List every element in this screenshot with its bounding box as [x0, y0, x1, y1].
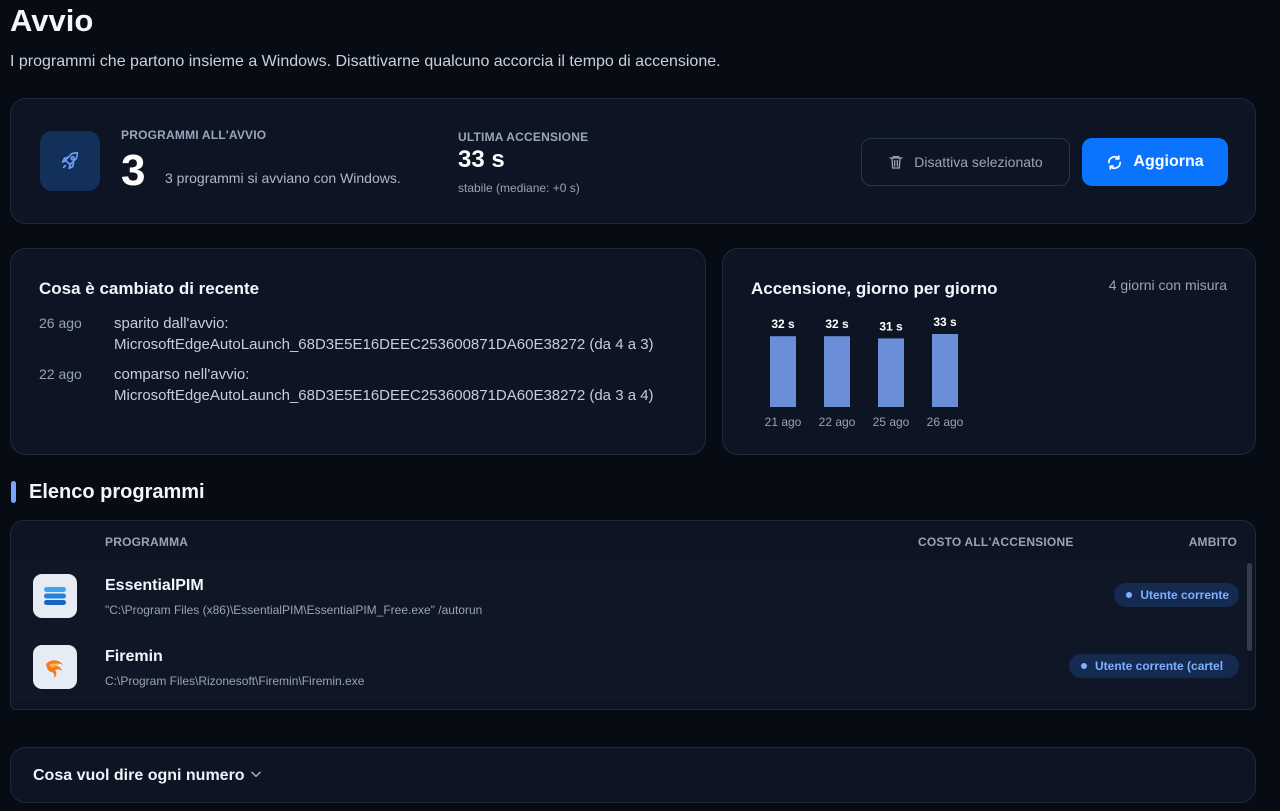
program-path: "C:\Program Files (x86)\EssentialPIM\Ess… — [105, 603, 483, 617]
chevron-down-icon — [251, 771, 261, 778]
column-header-scope[interactable]: AMBITO — [1189, 535, 1237, 549]
number-explanation-accordion[interactable]: Cosa vuol dire ogni numero — [10, 747, 1256, 803]
scope-dot — [1126, 592, 1133, 598]
disable-selected-button[interactable]: Disattiva selezionato — [861, 138, 1070, 186]
recent-changes-title: Cosa è cambiato di recente — [39, 279, 260, 298]
table-row[interactable]: EssentialPIM "C:\Program Files (x86)\Ess… — [11, 561, 1247, 630]
change-line: comparso nell'avvio: — [114, 366, 250, 383]
change-description: comparso nell'avvio: MicrosoftEdgeAutoLa… — [114, 364, 654, 406]
page-title: Avvio — [10, 3, 94, 38]
startup-count-label: PROGRAMMI ALL'AVVIO — [121, 128, 267, 142]
chart-x-tick-label: 22 ago — [819, 415, 856, 429]
scope-badge: Utente corrente (cartel — [1069, 654, 1239, 678]
table-scrollbar[interactable] — [1247, 563, 1252, 651]
chart-data-label: 32 s — [771, 317, 795, 331]
change-line: MicrosoftEdgeAutoLaunch_68D3E5E16DEEC253… — [114, 336, 654, 353]
chart-bar — [770, 336, 796, 407]
chart-bar — [932, 334, 958, 407]
program-list-title: Elenco programmi — [29, 481, 205, 503]
scope-label: Utente corrente (cartel — [1095, 659, 1224, 673]
program-table: PROGRAMMA COSTO ALL'ACCENSIONE AMBITO Es… — [10, 520, 1256, 710]
section-accent-bar — [11, 481, 16, 503]
column-header-program[interactable]: PROGRAMMA — [105, 535, 188, 549]
chart-bar — [824, 336, 850, 407]
table-row[interactable]: Firemin C:\Program Files\Rizonesoft\Fire… — [11, 632, 1247, 701]
last-boot-label: ULTIMA ACCENSIONE — [458, 130, 589, 144]
chart-x-tick-label: 26 ago — [927, 415, 964, 429]
trash-icon — [889, 156, 903, 169]
chart-data-label: 32 s — [825, 317, 849, 331]
boot-chart-card: Accensione, giorno per giorno 4 giorni c… — [722, 248, 1256, 455]
change-date: 22 ago — [39, 366, 82, 382]
refresh-icon — [1108, 154, 1122, 170]
scope-label: Utente corrente — [1140, 588, 1229, 602]
rocket-icon — [40, 131, 100, 191]
change-line: sparito dall'avvio: — [114, 315, 229, 332]
accordion-label: Cosa vuol dire ogni numero — [33, 767, 245, 784]
change-line: MicrosoftEdgeAutoLaunch_68D3E5E16DEEC253… — [114, 387, 654, 404]
last-boot-note: stabile (mediane: +0 s) — [458, 181, 580, 195]
column-header-cost[interactable]: COSTO ALL'ACCENSIONE — [918, 535, 1074, 549]
recent-changes-card: Cosa è cambiato di recente 26 ago sparit… — [10, 248, 706, 455]
essentialpim-icon — [33, 574, 77, 618]
last-boot-value: 33 s — [458, 146, 505, 173]
summary-card: PROGRAMMI ALL'AVVIO 3 3 programmi si avv… — [10, 98, 1256, 224]
scope-badge: Utente corrente — [1114, 583, 1239, 607]
chart-bar — [878, 338, 904, 407]
chart-data-label: 31 s — [879, 319, 903, 333]
chart-x-tick-label: 21 ago — [765, 415, 802, 429]
program-path: C:\Program Files\Rizonesoft\Firemin\Fire… — [105, 674, 365, 688]
refresh-label: Aggiorna — [1133, 153, 1204, 170]
change-date: 26 ago — [39, 315, 82, 331]
startup-count-value: 3 — [121, 146, 146, 195]
scope-dot — [1081, 663, 1087, 669]
change-description: sparito dall'avvio: MicrosoftEdgeAutoLau… — [114, 313, 654, 355]
chart-x-tick-label: 25 ago — [873, 415, 910, 429]
boot-chart: 32 s 21 ago 32 s 22 ago 31 s 25 ago 33 s 26 ago — [765, 315, 964, 429]
startup-count-note: 3 programmi si avviano con Windows. — [165, 170, 401, 186]
disable-selected-label: Disattiva selezionato — [914, 154, 1043, 170]
page-subtitle: I programmi che partono insieme a Window… — [10, 53, 721, 70]
firemin-icon — [33, 645, 77, 689]
program-name: Firemin — [105, 648, 163, 665]
program-name: EssentialPIM — [105, 577, 204, 594]
refresh-button[interactable]: Aggiorna — [1082, 138, 1228, 186]
chart-data-label: 33 s — [933, 315, 957, 329]
